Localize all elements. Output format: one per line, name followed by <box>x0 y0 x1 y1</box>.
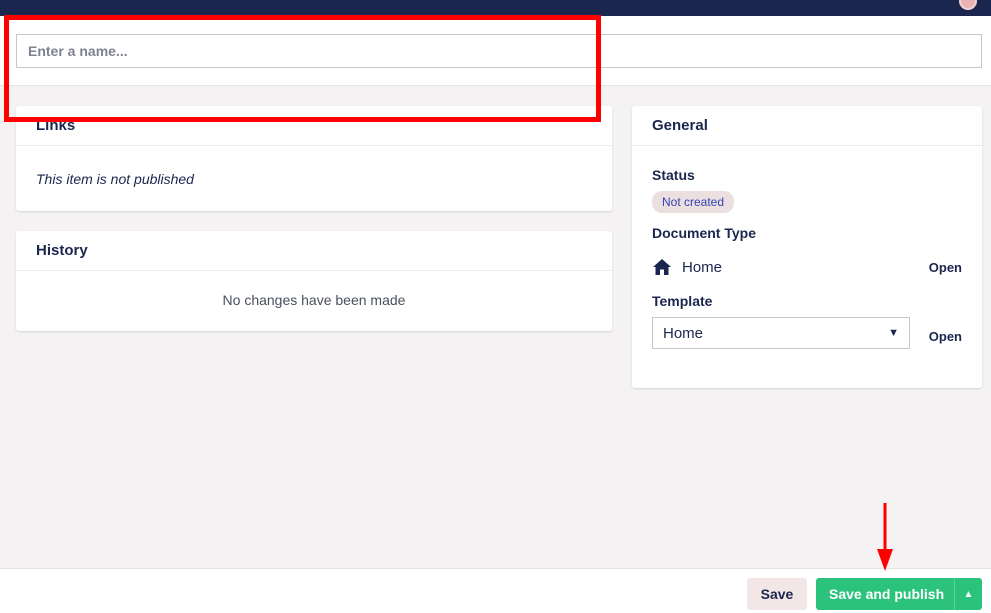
caret-up-icon[interactable]: ▲ <box>954 578 982 610</box>
annotation-arrow-icon <box>877 503 893 571</box>
save-and-publish-button[interactable]: Save and publish ▲ <box>816 578 982 610</box>
template-label: Template <box>652 293 713 309</box>
chevron-down-icon: ▼ <box>888 327 899 339</box>
document-type-open-link[interactable]: Open <box>929 260 962 275</box>
template-row: Home ▼ Open <box>652 317 962 349</box>
links-card-message: This item is not published <box>36 171 194 187</box>
user-avatar[interactable] <box>959 0 977 10</box>
history-card-title: History <box>16 231 612 271</box>
home-icon <box>653 259 671 275</box>
general-card-title: General <box>632 106 982 146</box>
document-type-label: Document Type <box>652 225 756 241</box>
general-card: General Status Not created Document Type… <box>632 106 982 388</box>
links-card-title: Links <box>16 106 612 146</box>
document-type-row: Home Open <box>652 255 962 279</box>
top-header-bar <box>0 0 991 16</box>
template-selected-value: Home <box>663 324 704 342</box>
status-badge: Not created <box>652 191 735 213</box>
footer-action-bar: Save Save and publish ▲ <box>0 568 991 613</box>
history-card-message: No changes have been made <box>222 292 406 308</box>
template-select[interactable]: Home ▼ <box>652 317 910 349</box>
save-button[interactable]: Save <box>747 578 807 610</box>
history-card: History No changes have been made <box>16 231 612 331</box>
document-name-input[interactable] <box>16 34 982 68</box>
name-header-area <box>0 16 991 86</box>
template-open-link[interactable]: Open <box>929 329 962 344</box>
save-and-publish-label: Save and publish <box>829 586 945 602</box>
links-card: Links This item is not published <box>16 106 612 211</box>
status-label: Status <box>652 167 695 183</box>
document-type-value: Home <box>682 258 723 276</box>
